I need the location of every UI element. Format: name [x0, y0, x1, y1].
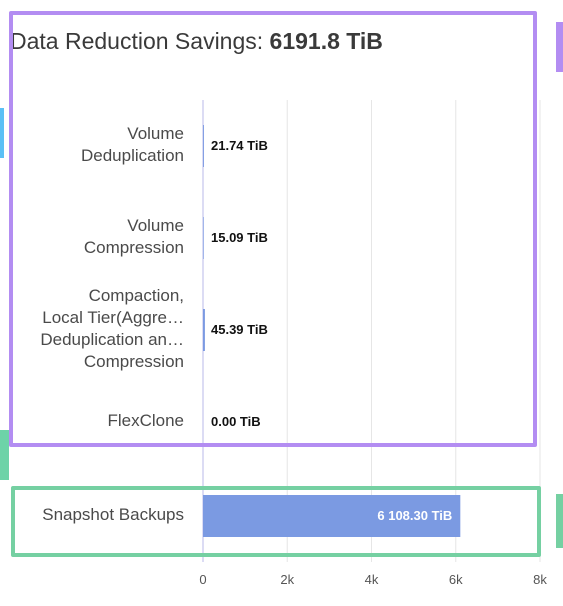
edge-marker-green [556, 494, 563, 548]
category-label: Compaction, Local Tier(Aggre… Deduplicatio… [40, 285, 184, 373]
category-label: Snapshot Backups [42, 504, 184, 526]
category-label-line: Deduplication an… [40, 330, 184, 349]
category-label-line: Deduplication [80, 146, 184, 165]
chart-title-value: 6191.8 TiB [269, 28, 383, 54]
category-label: Volume Deduplication [81, 123, 184, 167]
x-tick-label: 8k [533, 572, 547, 587]
value-label: 6 108.30 TiB [377, 508, 453, 523]
category-label-line: Volume [127, 216, 184, 235]
chart-title: Data Reduction Savings: 6191.8 TiB [10, 28, 383, 55]
bar [203, 125, 204, 167]
category-label-line: Local Tier(Aggre… [42, 308, 184, 327]
bar [203, 217, 204, 259]
value-label: 0.00 TiB [211, 414, 261, 429]
value-label: 21.74 TiB [211, 138, 268, 153]
category-label: FlexClone [107, 410, 184, 432]
category-label-line: FlexClone [107, 411, 184, 430]
category-label-line: Snapshot Backups [42, 505, 184, 524]
category-label-line: Compaction, [88, 286, 184, 305]
x-tick-label: 4k [364, 572, 379, 587]
value-label: 45.39 TiB [211, 322, 268, 337]
category-label-line: Volume [127, 124, 184, 143]
chart-title-prefix: Data Reduction Savings: [10, 28, 264, 54]
x-tick-label: 6k [448, 572, 463, 587]
value-label: 15.09 TiB [211, 230, 268, 245]
category-label-line: Compression [83, 238, 184, 257]
x-tick-label: 0 [199, 572, 207, 587]
category-label-line: Compression [83, 352, 184, 371]
bar [203, 309, 205, 351]
edge-marker-teal [0, 430, 9, 480]
edge-marker-blue [0, 108, 4, 158]
x-tick-label: 2k [280, 572, 295, 587]
edge-marker-purple [556, 22, 563, 72]
category-label: Volume Compression [84, 215, 184, 259]
